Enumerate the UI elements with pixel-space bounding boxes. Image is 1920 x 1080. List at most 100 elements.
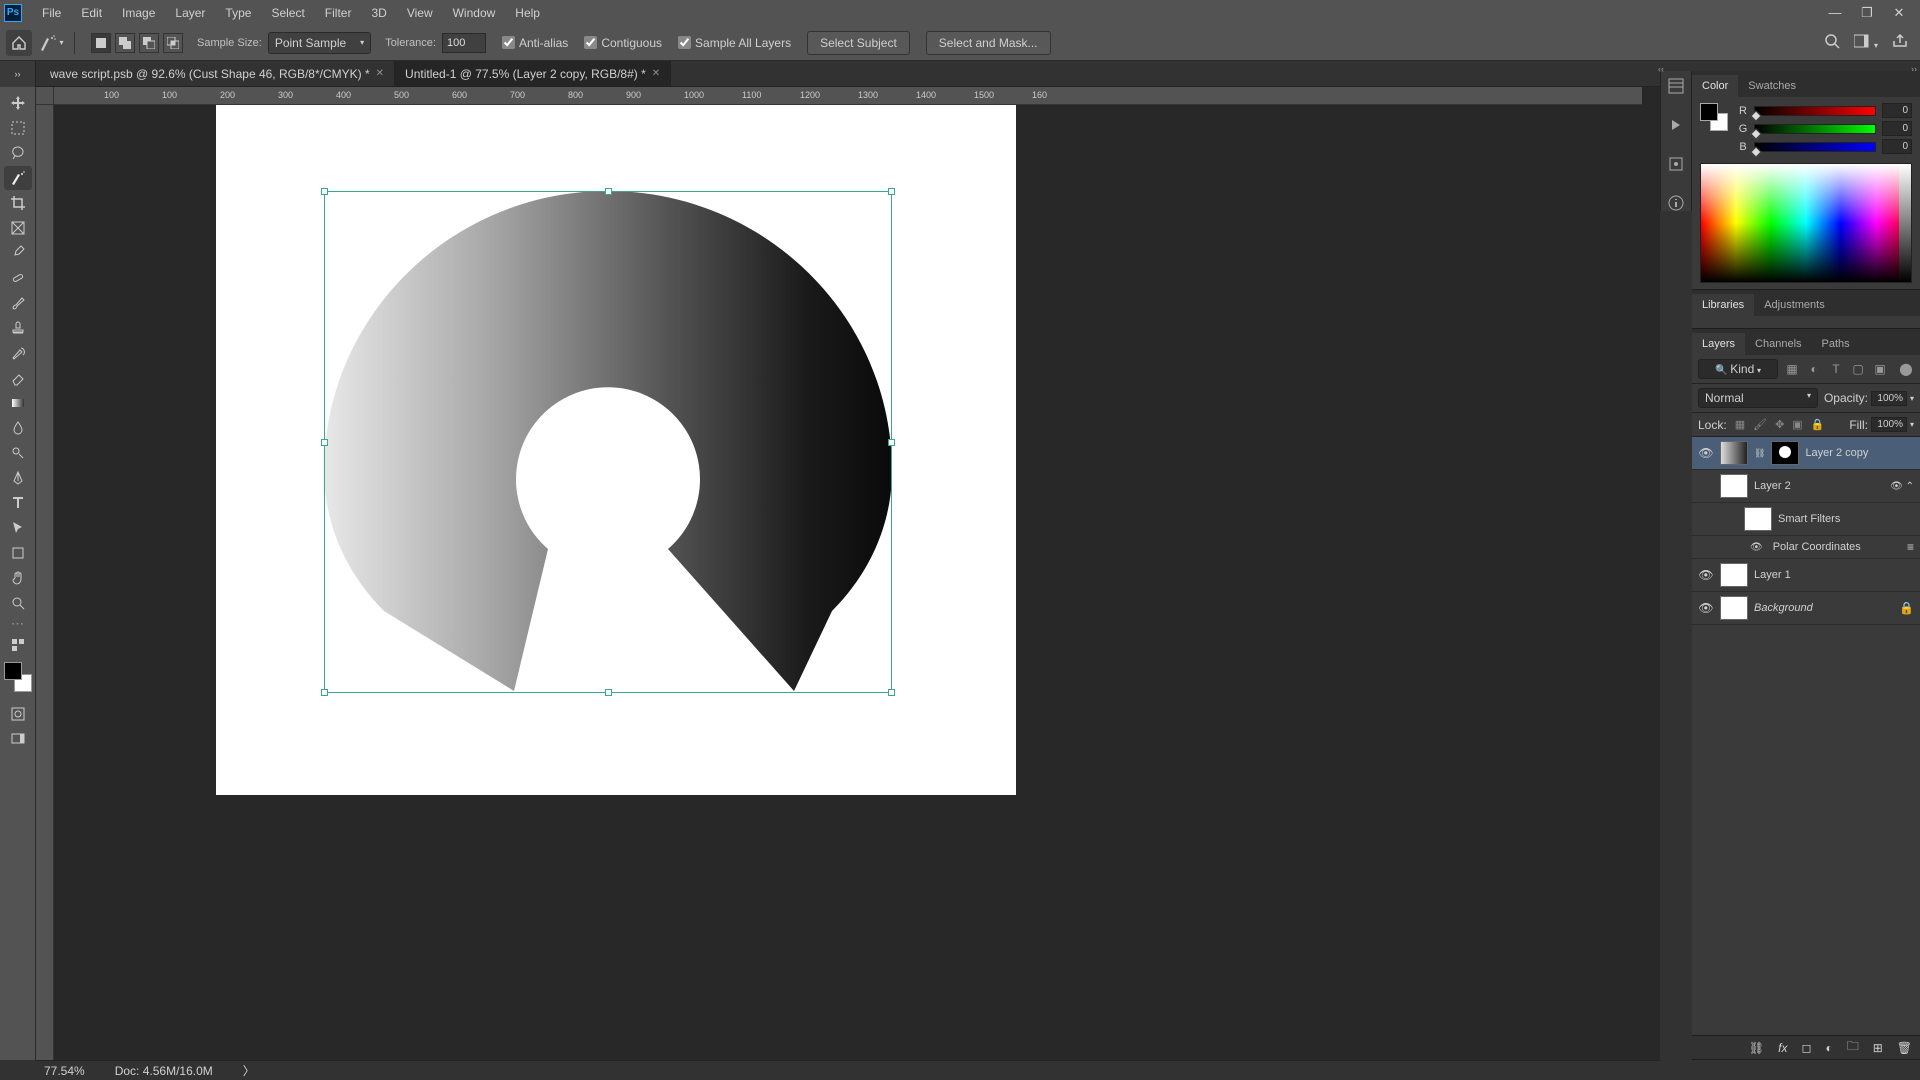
menu-filter[interactable]: Filter — [315, 2, 362, 24]
visibility-toggle[interactable]: 👁 — [1698, 446, 1714, 460]
selection-subtract[interactable] — [139, 33, 159, 53]
active-tool-icon[interactable]: ▾ — [38, 30, 64, 56]
screen-mode-toggle[interactable] — [4, 727, 32, 751]
sample-size-select[interactable]: Point Sample▾ — [268, 32, 371, 54]
ruler-horizontal[interactable]: 1001002003004005006007008009001000110012… — [54, 87, 1642, 105]
color-spectrum[interactable] — [1700, 163, 1912, 283]
layer-row[interactable]: 👁⛓Layer 2 copy — [1692, 437, 1920, 470]
r-slider[interactable] — [1754, 106, 1876, 116]
opacity-input[interactable]: 100% — [1871, 391, 1907, 406]
marquee-tool[interactable] — [4, 116, 32, 140]
close-tab-icon[interactable]: ✕ — [376, 68, 384, 79]
home-button[interactable] — [6, 30, 32, 56]
frame-tool[interactable] — [4, 216, 32, 240]
paths-tab[interactable]: Paths — [1812, 333, 1860, 355]
zoom-level[interactable]: 77.54% — [44, 1064, 85, 1078]
layer-thumbnail[interactable] — [1720, 563, 1748, 587]
layer-thumbnail[interactable] — [1720, 474, 1748, 498]
libraries-tab[interactable]: Libraries — [1692, 294, 1754, 316]
channels-tab[interactable]: Channels — [1745, 333, 1811, 355]
lasso-tool[interactable] — [4, 141, 32, 165]
layer-row[interactable]: 👁Layer 1 — [1692, 559, 1920, 592]
new-layer-icon[interactable]: ⊞ — [1873, 1041, 1883, 1055]
color-tab[interactable]: Color — [1692, 75, 1738, 97]
eyedropper-tool[interactable] — [4, 241, 32, 265]
menu-type[interactable]: Type — [215, 2, 261, 24]
fill-input[interactable]: 100% — [1871, 417, 1907, 432]
layer-name[interactable]: Layer 2 copy — [1805, 447, 1868, 459]
dock-collapse-handle[interactable]: ‹‹ — [1658, 64, 1664, 74]
lock-pixels-icon[interactable]: 🖌 — [1753, 418, 1767, 431]
foreground-color[interactable] — [4, 662, 22, 680]
gradient-tool[interactable] — [4, 391, 32, 415]
layer-name[interactable]: Layer 2 — [1754, 480, 1791, 492]
b-slider[interactable] — [1754, 142, 1876, 152]
menu-select[interactable]: Select — [261, 2, 314, 24]
delete-layer-icon[interactable]: 🗑 — [1897, 1041, 1912, 1055]
selection-intersect[interactable] — [163, 33, 183, 53]
filter-toggle[interactable]: ⬤ — [1898, 361, 1914, 377]
quick-mask-toggle[interactable] — [4, 702, 32, 726]
history-brush-tool[interactable] — [4, 341, 32, 365]
menu-window[interactable]: Window — [443, 2, 506, 24]
blend-mode-select[interactable]: Normal ▾ — [1698, 388, 1818, 408]
lock-artboard-icon[interactable]: ▣ — [1792, 418, 1802, 431]
select-and-mask-button[interactable]: Select and Mask... — [926, 31, 1051, 55]
magic-wand-tool[interactable] — [4, 166, 32, 190]
antialias-checkbox[interactable]: Anti-alias — [502, 36, 568, 50]
filter-adjust-icon[interactable]: ◐ — [1806, 361, 1822, 377]
add-mask-icon[interactable]: ◻ — [1801, 1041, 1811, 1055]
filter-pixel-icon[interactable]: ▦ — [1784, 361, 1800, 377]
healing-tool[interactable] — [4, 266, 32, 290]
layers-tab[interactable]: Layers — [1692, 333, 1745, 355]
menu-file[interactable]: File — [32, 2, 71, 24]
menu-3d[interactable]: 3D — [361, 2, 396, 24]
layer-filter-kind[interactable]: 🔍 Kind ▾ — [1698, 359, 1778, 379]
layer-row[interactable]: 👁Polar Coordinates≡ — [1692, 536, 1920, 559]
doc-size[interactable]: Doc: 4.56M/16.0M — [115, 1064, 213, 1078]
layer-name[interactable]: Polar Coordinates — [1773, 541, 1861, 553]
select-subject-button[interactable]: Select Subject — [807, 31, 910, 55]
dodge-tool[interactable] — [4, 441, 32, 465]
layer-row[interactable]: Smart Filters — [1692, 503, 1920, 536]
layer-row[interactable]: Layer 2👁 ⌃ — [1692, 470, 1920, 503]
workspace-switcher-icon[interactable]: ▾ — [1854, 34, 1878, 51]
stamp-tool[interactable] — [4, 316, 32, 340]
more-tools[interactable]: ⋯ — [11, 616, 24, 632]
menu-image[interactable]: Image — [112, 2, 165, 24]
close-tab-icon[interactable]: ✕ — [652, 68, 660, 79]
type-tool[interactable] — [4, 491, 32, 515]
filter-smart-icon[interactable]: ▣ — [1872, 361, 1888, 377]
document-tab[interactable]: wave script.psb @ 92.6% (Cust Shape 46, … — [40, 61, 395, 86]
menu-edit[interactable]: Edit — [71, 2, 112, 24]
menu-layer[interactable]: Layer — [165, 2, 215, 24]
swatches-tab[interactable]: Swatches — [1738, 75, 1806, 97]
pen-tool[interactable] — [4, 466, 32, 490]
lock-transparency-icon[interactable]: ▦ — [1735, 418, 1745, 431]
history-panel-icon[interactable] — [1667, 77, 1685, 98]
document-tab[interactable]: Untitled-1 @ 77.5% (Layer 2 copy, RGB/8#… — [395, 61, 671, 86]
tolerance-input[interactable] — [442, 33, 486, 53]
menu-help[interactable]: Help — [505, 2, 550, 24]
color-swatches[interactable] — [4, 662, 32, 692]
brush-tool[interactable] — [4, 291, 32, 315]
link-layers-icon[interactable]: ⛓ — [1749, 1041, 1764, 1055]
layer-mask-thumbnail[interactable] — [1771, 441, 1799, 465]
move-tool[interactable] — [4, 91, 32, 115]
layer-fx-icon[interactable]: fx — [1778, 1041, 1787, 1055]
actions-panel-icon[interactable] — [1667, 116, 1685, 137]
adjustments-tab[interactable]: Adjustments — [1754, 294, 1835, 316]
edit-toolbar[interactable] — [4, 633, 32, 657]
search-icon[interactable] — [1824, 33, 1840, 52]
shape-tool[interactable] — [4, 541, 32, 565]
share-icon[interactable] — [1892, 33, 1908, 52]
menu-view[interactable]: View — [397, 2, 443, 24]
lock-position-icon[interactable]: ✥ — [1775, 418, 1784, 431]
close-button[interactable]: ✕ — [1892, 6, 1906, 20]
layer-name[interactable]: Layer 1 — [1754, 569, 1791, 581]
layer-name[interactable]: Background — [1754, 602, 1813, 614]
properties-panel-icon[interactable] — [1667, 155, 1685, 176]
layer-row[interactable]: 👁Background🔒 — [1692, 592, 1920, 625]
selection-new[interactable] — [91, 33, 111, 53]
restore-button[interactable]: ❐ — [1860, 6, 1874, 20]
